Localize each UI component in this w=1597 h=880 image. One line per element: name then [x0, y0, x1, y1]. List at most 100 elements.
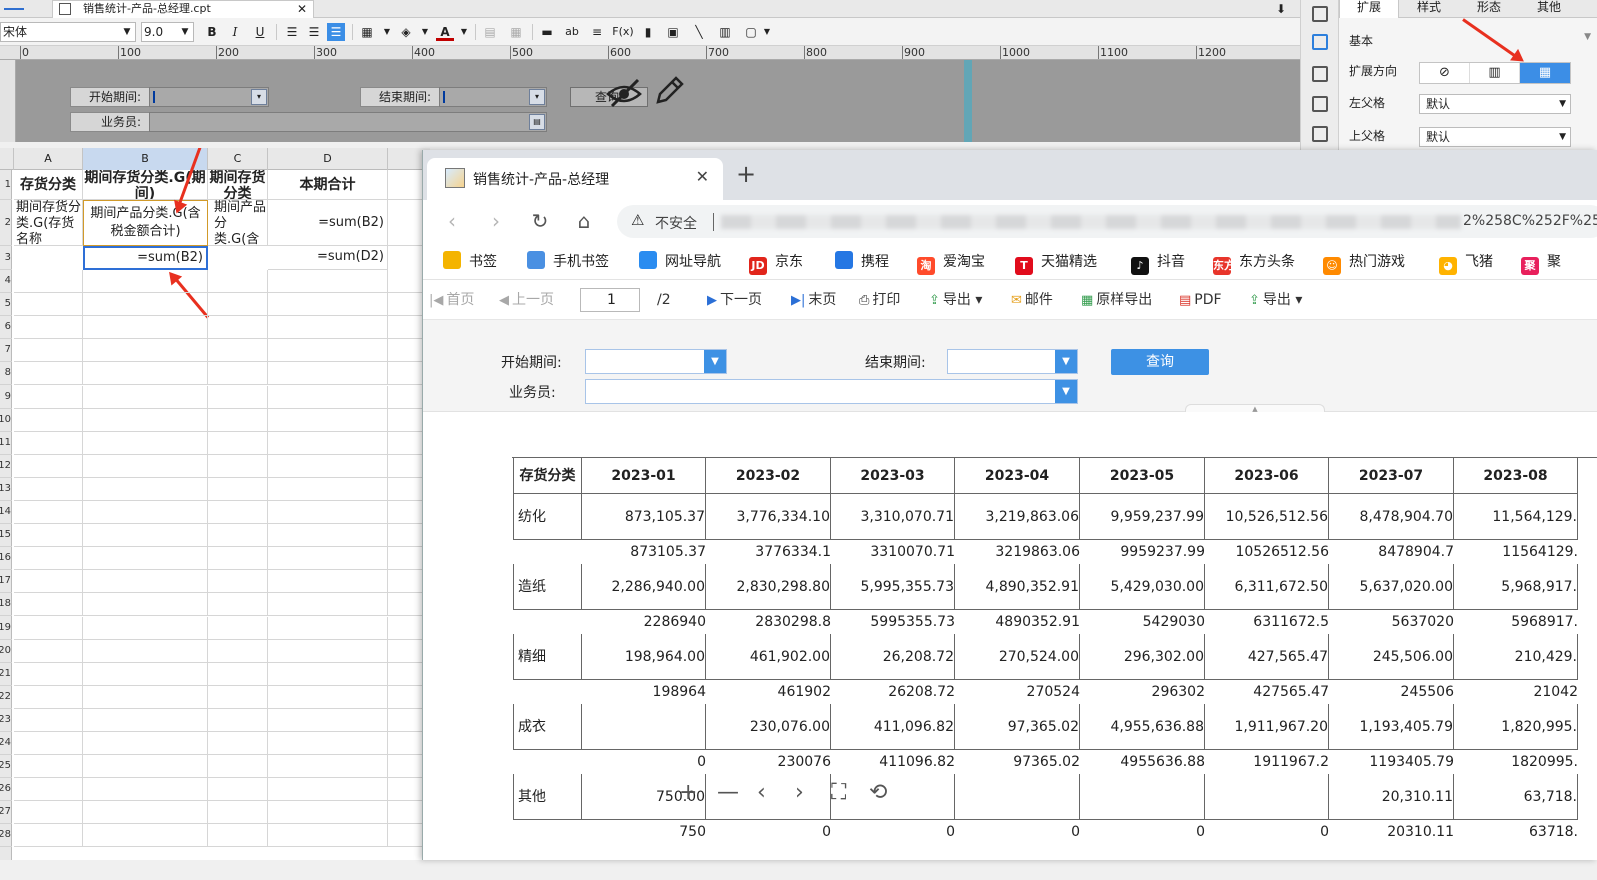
- empty-cell[interactable]: [208, 293, 268, 317]
- row-header-cell[interactable]: 3: [0, 246, 12, 270]
- row-header-cell[interactable]: 17: [0, 570, 12, 594]
- bold-button[interactable]: B: [203, 23, 221, 41]
- empty-cell[interactable]: [268, 524, 388, 548]
- empty-cell[interactable]: [268, 593, 388, 617]
- empty-cell[interactable]: [14, 755, 83, 779]
- empty-cell[interactable]: [208, 339, 268, 363]
- salesman-widget[interactable]: ▤: [149, 112, 547, 132]
- empty-cell[interactable]: [268, 755, 388, 779]
- row-header-cell[interactable]: 9: [0, 386, 12, 409]
- cell-element-icon[interactable]: [1312, 6, 1328, 22]
- empty-cell[interactable]: [268, 732, 388, 756]
- empty-cell[interactable]: [14, 570, 83, 594]
- row-header-cell[interactable]: 12: [0, 455, 12, 478]
- empty-cell[interactable]: [83, 454, 208, 478]
- empty-cell[interactable]: [83, 316, 208, 340]
- value-cell[interactable]: [1205, 774, 1329, 820]
- no-expand-icon[interactable]: ⊘: [1420, 63, 1470, 83]
- value-cell[interactable]: 2,286,940.00: [582, 564, 706, 610]
- cell-a2[interactable]: 期间存货分类.G(存货名称: [14, 200, 83, 246]
- empty-cell[interactable]: [83, 732, 208, 756]
- fill-color-icon[interactable]: ◈: [397, 23, 415, 41]
- value-cell[interactable]: 270,524.00: [955, 634, 1080, 680]
- row-header-cell[interactable]: 5: [0, 293, 12, 317]
- empty-cell[interactable]: [208, 454, 268, 478]
- empty-cell[interactable]: [83, 616, 208, 640]
- empty-cell[interactable]: [83, 778, 208, 802]
- empty-cell[interactable]: [268, 662, 388, 686]
- top-parent-select[interactable]: 默认 ▼: [1419, 127, 1571, 147]
- value-cell[interactable]: 6,311,672.50: [1205, 564, 1329, 610]
- value-cell[interactable]: 461,902.00: [706, 634, 831, 680]
- export-button[interactable]: ⇪ 导出 ▾: [929, 290, 982, 311]
- empty-cell[interactable]: [83, 431, 208, 455]
- empty-cell[interactable]: [208, 408, 268, 432]
- empty-cell[interactable]: [268, 385, 388, 409]
- hyperlink-icon[interactable]: [1312, 126, 1328, 142]
- left-parent-select[interactable]: 默认 ▼: [1419, 94, 1571, 114]
- empty-cell[interactable]: [83, 293, 208, 317]
- bookmark-item[interactable]: 东方 东方头条: [1213, 251, 1295, 275]
- fit-screen-icon[interactable]: ⛶: [831, 780, 846, 805]
- corner-cell[interactable]: [0, 148, 14, 170]
- split-cells-icon[interactable]: ▦: [507, 23, 525, 41]
- designer-grid[interactable]: A B C D 12345678910111213141516171819202…: [0, 148, 430, 860]
- start-period-widget[interactable]: ▾: [149, 87, 269, 107]
- value-cell[interactable]: 1,911,967.20: [1205, 704, 1329, 750]
- pane-resize-bar[interactable]: [964, 60, 972, 142]
- row-header-cell[interactable]: 19: [0, 617, 12, 640]
- empty-cell[interactable]: [268, 801, 388, 825]
- reload-icon[interactable]: ↻: [527, 208, 553, 234]
- value-cell[interactable]: 427,565.47: [1205, 634, 1329, 680]
- empty-cell[interactable]: [208, 547, 268, 571]
- value-cell[interactable]: 210,429.: [1454, 634, 1578, 680]
- value-cell[interactable]: 26,208.72: [831, 634, 955, 680]
- empty-cell[interactable]: [83, 362, 208, 386]
- empty-cell[interactable]: [14, 778, 83, 802]
- dropdown-picker-icon[interactable]: ▤: [529, 114, 545, 130]
- bookmark-item[interactable]: ◕ 飞猪: [1439, 251, 1493, 275]
- close-tab-icon[interactable]: ✕: [696, 167, 709, 186]
- empty-cell[interactable]: [208, 524, 268, 548]
- empty-cell[interactable]: [14, 801, 83, 825]
- empty-cell[interactable]: [83, 662, 208, 686]
- row-header-cell[interactable]: 11: [0, 432, 12, 455]
- formula-button[interactable]: F(x): [612, 23, 634, 41]
- value-cell[interactable]: 63,718.: [1454, 774, 1578, 820]
- value-cell[interactable]: 10,526,512.56: [1205, 494, 1329, 540]
- subreport-icon[interactable]: ▥: [716, 23, 734, 41]
- empty-cell[interactable]: [83, 408, 208, 432]
- empty-cell[interactable]: [83, 339, 208, 363]
- value-cell[interactable]: 4,890,352.91: [955, 564, 1080, 610]
- border-icon[interactable]: ▦: [358, 23, 376, 41]
- pen-icon[interactable]: [652, 74, 686, 108]
- empty-cell[interactable]: [268, 362, 388, 386]
- tab-form[interactable]: 形态: [1459, 0, 1519, 18]
- value-cell[interactable]: [1080, 774, 1205, 820]
- cell-attribute-icon[interactable]: [1312, 34, 1328, 50]
- cell-d1[interactable]: 本期合计: [268, 170, 388, 200]
- empty-cell[interactable]: [208, 708, 268, 732]
- empty-cell[interactable]: [208, 824, 268, 848]
- bookmark-item[interactable]: 书签: [443, 251, 497, 273]
- empty-cell[interactable]: [83, 570, 208, 594]
- row-header-cell[interactable]: 21: [0, 663, 12, 686]
- empty-cell[interactable]: [268, 778, 388, 802]
- column-header-c[interactable]: C: [208, 148, 268, 170]
- row-header-cell[interactable]: 18: [0, 593, 12, 617]
- empty-cell[interactable]: [268, 477, 388, 501]
- row-header-cell[interactable]: 24: [0, 732, 12, 756]
- row-header-cell[interactable]: 8: [0, 362, 12, 386]
- last-page-button[interactable]: ▶| 末页: [791, 290, 836, 311]
- row-header-cell[interactable]: 7: [0, 339, 12, 363]
- empty-cell[interactable]: [268, 454, 388, 478]
- pdf-button[interactable]: ▤ PDF: [1179, 290, 1222, 311]
- empty-cell[interactable]: [14, 431, 83, 455]
- value-cell[interactable]: [582, 704, 706, 750]
- designer-file-tab[interactable]: 销售统计-产品-总经理.cpt ✕: [52, 0, 314, 18]
- row-header-cell[interactable]: 13: [0, 478, 12, 501]
- bookmark-item[interactable]: 网址导航: [639, 251, 721, 273]
- empty-cell[interactable]: [83, 477, 208, 501]
- dropdown-picker-icon[interactable]: ▾: [529, 89, 545, 105]
- font-size-select[interactable]: 9.0 ▼: [141, 22, 194, 42]
